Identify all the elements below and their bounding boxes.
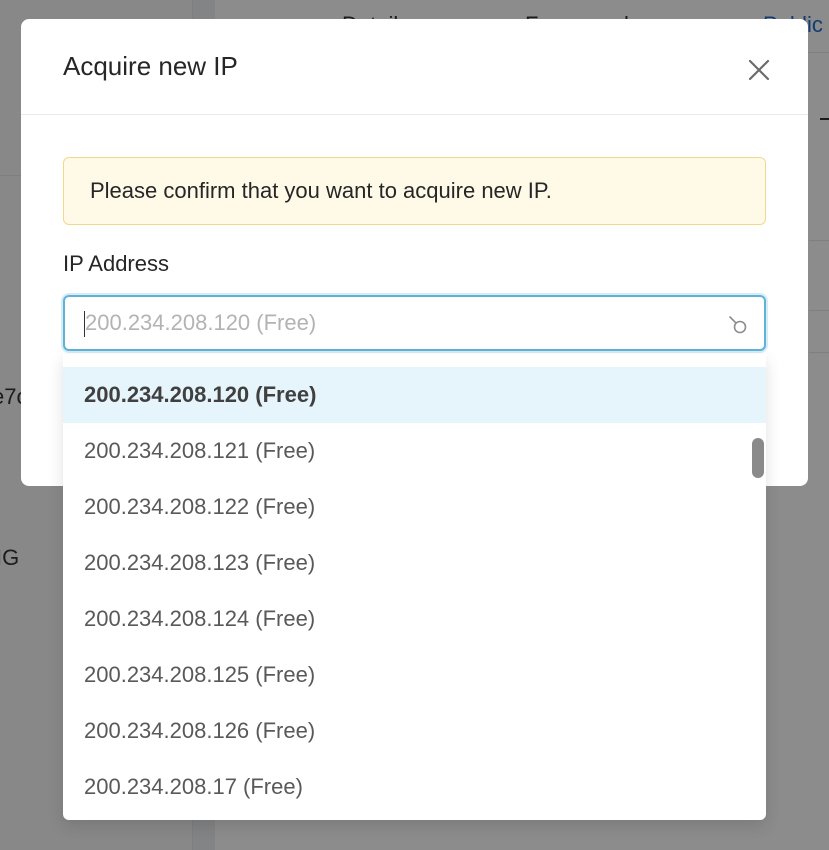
dropdown-option[interactable]: 200.234.208.125 (Free) — [63, 647, 766, 703]
ip-address-select[interactable] — [63, 295, 766, 351]
ip-address-label: IP Address — [63, 251, 169, 276]
dropdown-option[interactable]: 200.234.208.120 (Free) — [63, 367, 766, 423]
dropdown-option[interactable]: 200.234.208.126 (Free) — [63, 703, 766, 759]
modal-title: Acquire new IP — [63, 51, 238, 81]
modal-header: Acquire new IP — [21, 19, 808, 115]
close-icon — [748, 59, 770, 81]
dropdown-scrollbar[interactable] — [752, 438, 764, 478]
search-icon — [729, 316, 747, 334]
dropdown-option[interactable]: 200.234.208.122 (Free) — [63, 479, 766, 535]
dropdown-option[interactable]: 200.234.208.121 (Free) — [63, 423, 766, 479]
dropdown-option[interactable]: 200.234.208.17 (Free) — [63, 759, 766, 815]
close-button[interactable] — [743, 54, 775, 86]
alert-text: Please confirm that you want to acquire … — [90, 178, 552, 203]
dropdown-option[interactable]: 200.234.208.123 (Free) — [63, 535, 766, 591]
ip-address-search-input[interactable] — [83, 305, 683, 341]
dropdown-option[interactable]: 200.234.208.124 (Free) — [63, 591, 766, 647]
ip-address-dropdown[interactable]: 200.234.208.120 (Free) 200.234.208.121 (… — [63, 354, 766, 820]
confirm-alert: Please confirm that you want to acquire … — [63, 157, 766, 225]
